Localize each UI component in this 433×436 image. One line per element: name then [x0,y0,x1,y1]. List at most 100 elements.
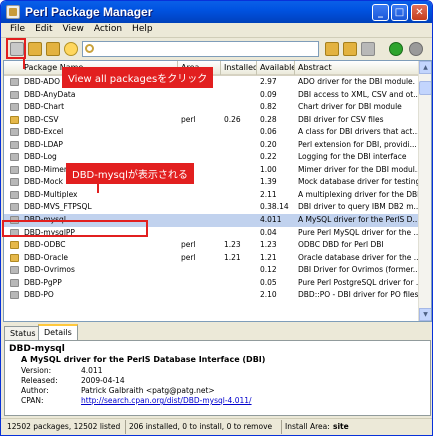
package-icon [10,266,19,275]
cell-abstract: A MySQL driver for the PerlS D... [298,215,418,225]
column-available[interactable]: Available [257,61,295,75]
package-icon [10,153,19,162]
table-row[interactable]: DBD-Multiplex 2.11 A multiplexing driver f… [4,189,419,202]
cell-available: 0.38.14 [260,202,289,212]
annotation-callout-mysql: DBD-mysqlが表示される [66,163,194,184]
package-list[interactable]: Package Name Area Installed Available Ab… [3,60,432,322]
cell-area: perl [181,240,196,250]
details-version-value: 4.011 [81,366,103,375]
search-box[interactable] [82,41,319,57]
cell-available: 0.12 [260,265,277,275]
cell-abstract: A class for DBI drivers that act... [298,127,418,137]
table-row[interactable]: DBD-MVS_FTPSQL 0.38.14 DBI driver to query… [4,201,419,214]
menu-action[interactable]: Action [89,23,127,35]
scroll-up-icon[interactable]: ▲ [419,61,431,74]
cell-package-name: DBD-PgPP [24,277,62,287]
column-installed[interactable]: Installed [221,61,257,75]
details-released-value: 2009-04-14 [81,376,125,385]
toolbar [1,38,432,60]
minimize-button[interactable]: _ [372,4,389,21]
title-bar[interactable]: Perl Package Manager _ □ ✕ [1,1,432,23]
cell-available: 0.28 [260,114,277,124]
preferences-gear-icon[interactable] [409,42,423,56]
run-actions-icon[interactable] [389,42,403,56]
cell-available: 0.20 [260,139,277,149]
table-row[interactable]: DBD-CSV perl 0.26 0.28 DBI driver for CSV fi… [4,114,419,127]
cell-abstract: Perl extension for DBI, providi... [298,139,417,149]
package-icon [10,203,19,212]
mark-upgrade-icon[interactable] [361,42,375,56]
table-row[interactable]: DBD-PO 2.10 DBD::PO - DBI driver for PO fi… [4,289,419,302]
menu-help[interactable]: Help [127,23,158,35]
cell-available: 1.00 [260,164,277,174]
scroll-thumb[interactable] [419,81,431,95]
view-changes-icon[interactable] [64,42,78,56]
cell-area: perl [181,114,196,124]
cell-available: 1.39 [260,177,277,187]
cell-package-name: DBD-CSV [24,114,59,124]
menu-edit[interactable]: Edit [30,23,57,35]
status-counts: 206 installed, 0 to install, 0 to remove [129,422,273,431]
annotation-pointer [23,59,25,69]
package-icon [10,140,19,149]
maximize-button[interactable]: □ [391,4,408,21]
cell-package-name: DBD-Excel [24,127,64,137]
status-bar: 12502 packages, 12502 listed 206 install… [1,418,432,435]
table-row[interactable]: DBD-PgPP 0.05 Pure Perl PostgreSQL driver … [4,277,419,290]
table-row[interactable]: DBD-Chart 0.82 Chart driver for DBI module [4,101,419,114]
column-abstract[interactable]: Abstract [295,61,419,75]
table-row[interactable]: DBD-AnyData 0.09 DBI access to XML, CSV an… [4,89,419,102]
cell-abstract: DBI driver to query IBM DB2 m... [298,202,418,212]
table-row[interactable]: DBD-ODBC perl 1.23 1.23 ODBC DBD for Perl DB… [4,239,419,252]
table-row[interactable]: DBD-Log 0.22 Logging for the DBI interface [4,151,419,164]
cell-package-name: DBD-Chart [24,102,65,112]
cell-available: 1.23 [260,240,277,250]
search-icon [85,44,94,53]
cell-abstract: Mimer driver for the DBI modul... [298,164,418,174]
view-installed-packages-icon[interactable] [28,42,42,56]
cell-package-name: DBD-ODBC [24,240,66,250]
cell-available: 0.05 [260,277,277,287]
table-row[interactable]: DBD-Excel 0.06 A class for DBI drivers tha… [4,126,419,139]
menu-view[interactable]: View [58,23,89,35]
details-author-label: Author: [21,386,49,395]
cell-installed: 0.26 [224,114,241,124]
cell-package-name: DBD-MVS_FTPSQL [24,202,92,212]
cell-available: 2.97 [260,77,277,86]
cell-available: 2.11 [260,189,277,199]
table-row[interactable]: DBD-Ovrimos 0.12 DBI Driver for Ovrimos (f… [4,264,419,277]
view-upgradable-packages-icon[interactable] [46,42,60,56]
table-row[interactable]: DBD-LDAP 0.20 Perl extension for DBI, prov… [4,139,419,152]
cell-abstract: Chart driver for DBI module [298,102,402,112]
mark-install-icon[interactable] [325,42,339,56]
status-divider [281,420,282,434]
details-released-label: Released: [21,376,58,385]
package-rows: DBD-ADO 2.97 ADO driver for the DBI module… [4,76,419,302]
package-icon [10,165,19,174]
table-row[interactable]: DBD-Oracle perl 1.21 1.21 Oracle database dr… [4,252,419,265]
tab-status[interactable]: Status [4,326,42,340]
mark-remove-icon[interactable] [343,42,357,56]
package-icon [10,103,19,112]
status-area-label: Install Area: [285,422,330,431]
tab-details[interactable]: Details [38,324,78,340]
cell-available: 0.22 [260,152,277,162]
cell-abstract: DBI Driver for Ovrimos (former... [298,265,418,275]
ppm-window: Perl Package Manager _ □ ✕ File Edit View A… [0,0,433,436]
cell-abstract: DBD::PO - DBI driver for PO files [298,290,418,300]
details-cpan-link[interactable]: http://search.cpan.org/dist/DBD-mysql-4.… [81,396,252,405]
menu-file[interactable]: File [5,23,30,35]
status-divider [125,420,126,434]
scroll-down-icon[interactable]: ▼ [419,308,431,321]
vertical-scrollbar[interactable]: ▲ ▼ [418,61,431,321]
cell-abstract: Pure Perl PostgreSQL driver for ... [298,277,418,287]
cell-available: 4.011 [260,215,282,225]
cell-abstract: Oracle database driver for the ... [298,252,418,262]
close-button[interactable]: ✕ [411,4,428,21]
cell-abstract: Logging for the DBI interface [298,152,407,162]
cell-abstract: ODBC DBD for Perl DBI [298,240,384,250]
menu-bar: File Edit View Action Help [1,23,432,38]
installed-package-icon [10,115,19,124]
cell-package-name: DBD-Multiplex [24,189,78,199]
search-input[interactable] [97,42,317,56]
